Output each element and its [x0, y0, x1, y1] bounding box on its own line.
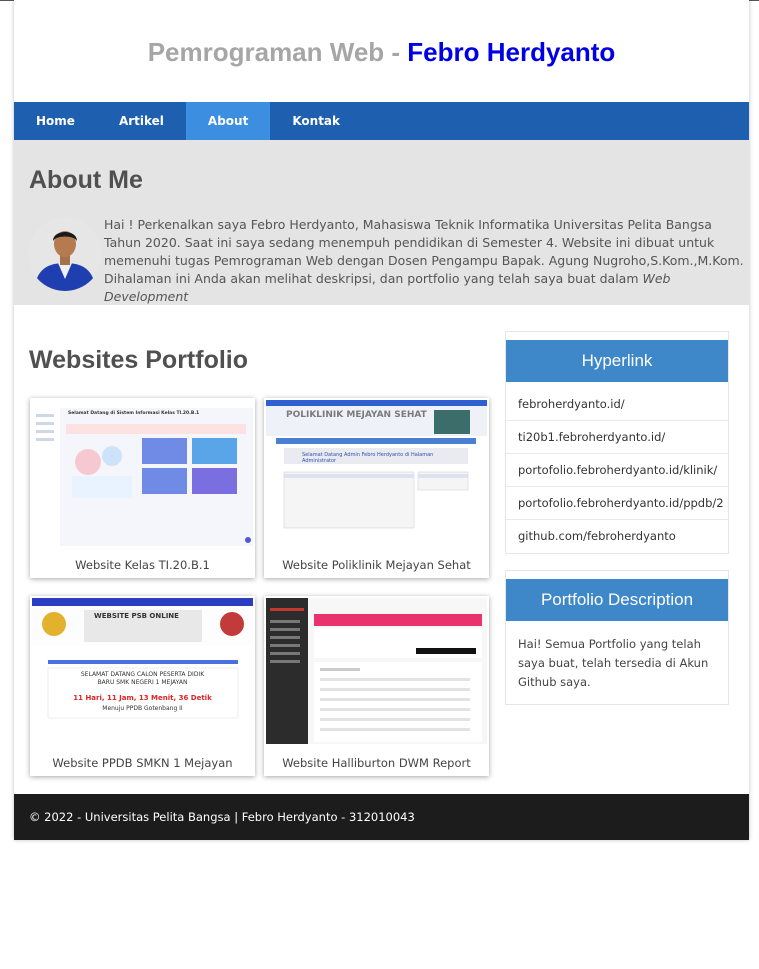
portfolio-caption: Website PPDB SMKN 1 Mejayan	[52, 756, 233, 770]
avatar-photo	[28, 217, 102, 291]
screen-title-poli: POLIKLINIK MEJAYAN SEHAT	[286, 410, 427, 420]
hyperlink-box: Hyperlink febroherdyanto.id/ ti20b1.febr…	[505, 331, 729, 554]
site-title: Pemrograman Web - Febro Herdyanto	[148, 37, 616, 68]
main-nav: Home Artikel About Kontak	[14, 102, 749, 140]
avatar	[28, 217, 102, 291]
about-heading: About Me	[29, 166, 143, 194]
nav-about[interactable]: About	[185, 102, 271, 140]
portfolio-card-kelas[interactable]: Selamat Datang di Sistem Informasi Kelas…	[30, 398, 255, 578]
portfolio-caption: Website Halliburton DWM Report	[282, 756, 471, 770]
title-prefix: Pemrograman Web -	[147, 36, 408, 67]
portfolio-caption: Website Poliklinik Mejayan Sehat	[282, 558, 471, 572]
about-text: Hai ! Perkenalkan saya Febro Herdyanto, …	[104, 216, 744, 306]
portfolio-caption: Website Kelas TI.20.B.1	[75, 558, 210, 572]
site-header: Pemrograman Web - Febro Herdyanto	[14, 0, 749, 102]
portfolio-description-box: Portfolio Description Hai! Semua Portfol…	[505, 570, 729, 705]
title-name: Febro Herdyanto	[407, 36, 616, 67]
portfolio-description-text: Hai! Semua Portfolio yang telah saya bua…	[518, 637, 709, 689]
nav-home[interactable]: Home	[14, 102, 97, 140]
portfolio-screenshot: Selamat Datang di Sistem Informasi Kelas…	[32, 400, 253, 546]
screen-title-kelas: Selamat Datang di Sistem Informasi Kelas…	[68, 411, 200, 416]
hyperlink-item[interactable]: portofolio.febroherdyanto.id/ppdb/2	[506, 487, 728, 520]
site-footer: © 2022 - Universitas Pelita Bangsa | Feb…	[14, 794, 749, 840]
hyperlink-list: febroherdyanto.id/ ti20b1.febroherdyanto…	[506, 388, 728, 553]
portfolio-card-ppdb[interactable]: WEBSITE PSB ONLINE SELAMAT DATANG CALON …	[30, 596, 255, 776]
portfolio-card-halliburton[interactable]: Website Halliburton DWM Report	[264, 596, 489, 776]
screen-welcome-poli: Selamat Datang Admin Febro Herdyanto di …	[302, 452, 434, 464]
screen-title-ppdb: WEBSITE PSB ONLINE	[94, 612, 179, 620]
screen-countdown-ppdb: 11 Hari, 11 Jam, 13 Menit, 36 Detik	[73, 694, 212, 702]
nav-kontak[interactable]: Kontak	[270, 102, 362, 140]
hyperlink-item[interactable]: github.com/febroherdyanto	[506, 520, 728, 553]
screen-line2-ppdb: BARU SMK NEGERI 1 MEJAYAN	[97, 679, 188, 686]
portfolio-section: Websites Portfolio	[29, 346, 491, 375]
hyperlink-title: Hyperlink	[506, 340, 728, 382]
portfolio-heading: Websites Portfolio	[29, 346, 249, 374]
portfolio-screenshot	[266, 598, 487, 744]
portfolio-description-title: Portfolio Description	[506, 579, 728, 621]
hyperlink-item[interactable]: febroherdyanto.id/	[506, 388, 728, 421]
page-container: Pemrograman Web - Febro Herdyanto Home A…	[14, 0, 749, 840]
portfolio-card-poliklinik[interactable]: POLIKLINIK MEJAYAN SEHAT Selamat Datang …	[264, 398, 489, 578]
screen-line1-ppdb: SELAMAT DATANG CALON PESERTA DIDIK	[80, 671, 205, 678]
screen-sub-ppdb: Menuju PPDB Gotenbang II	[102, 705, 183, 712]
about-section: About Me Hai ! Perkenalkan saya Febro He…	[14, 140, 749, 305]
portfolio-screenshot: POLIKLINIK MEJAYAN SEHAT Selamat Datang …	[266, 400, 487, 546]
hyperlink-item[interactable]: ti20b1.febroherdyanto.id/	[506, 421, 728, 454]
hyperlink-item[interactable]: portofolio.febroherdyanto.id/klinik/	[506, 454, 728, 487]
portfolio-screenshot: WEBSITE PSB ONLINE SELAMAT DATANG CALON …	[32, 598, 253, 744]
nav-artikel[interactable]: Artikel	[97, 102, 186, 140]
